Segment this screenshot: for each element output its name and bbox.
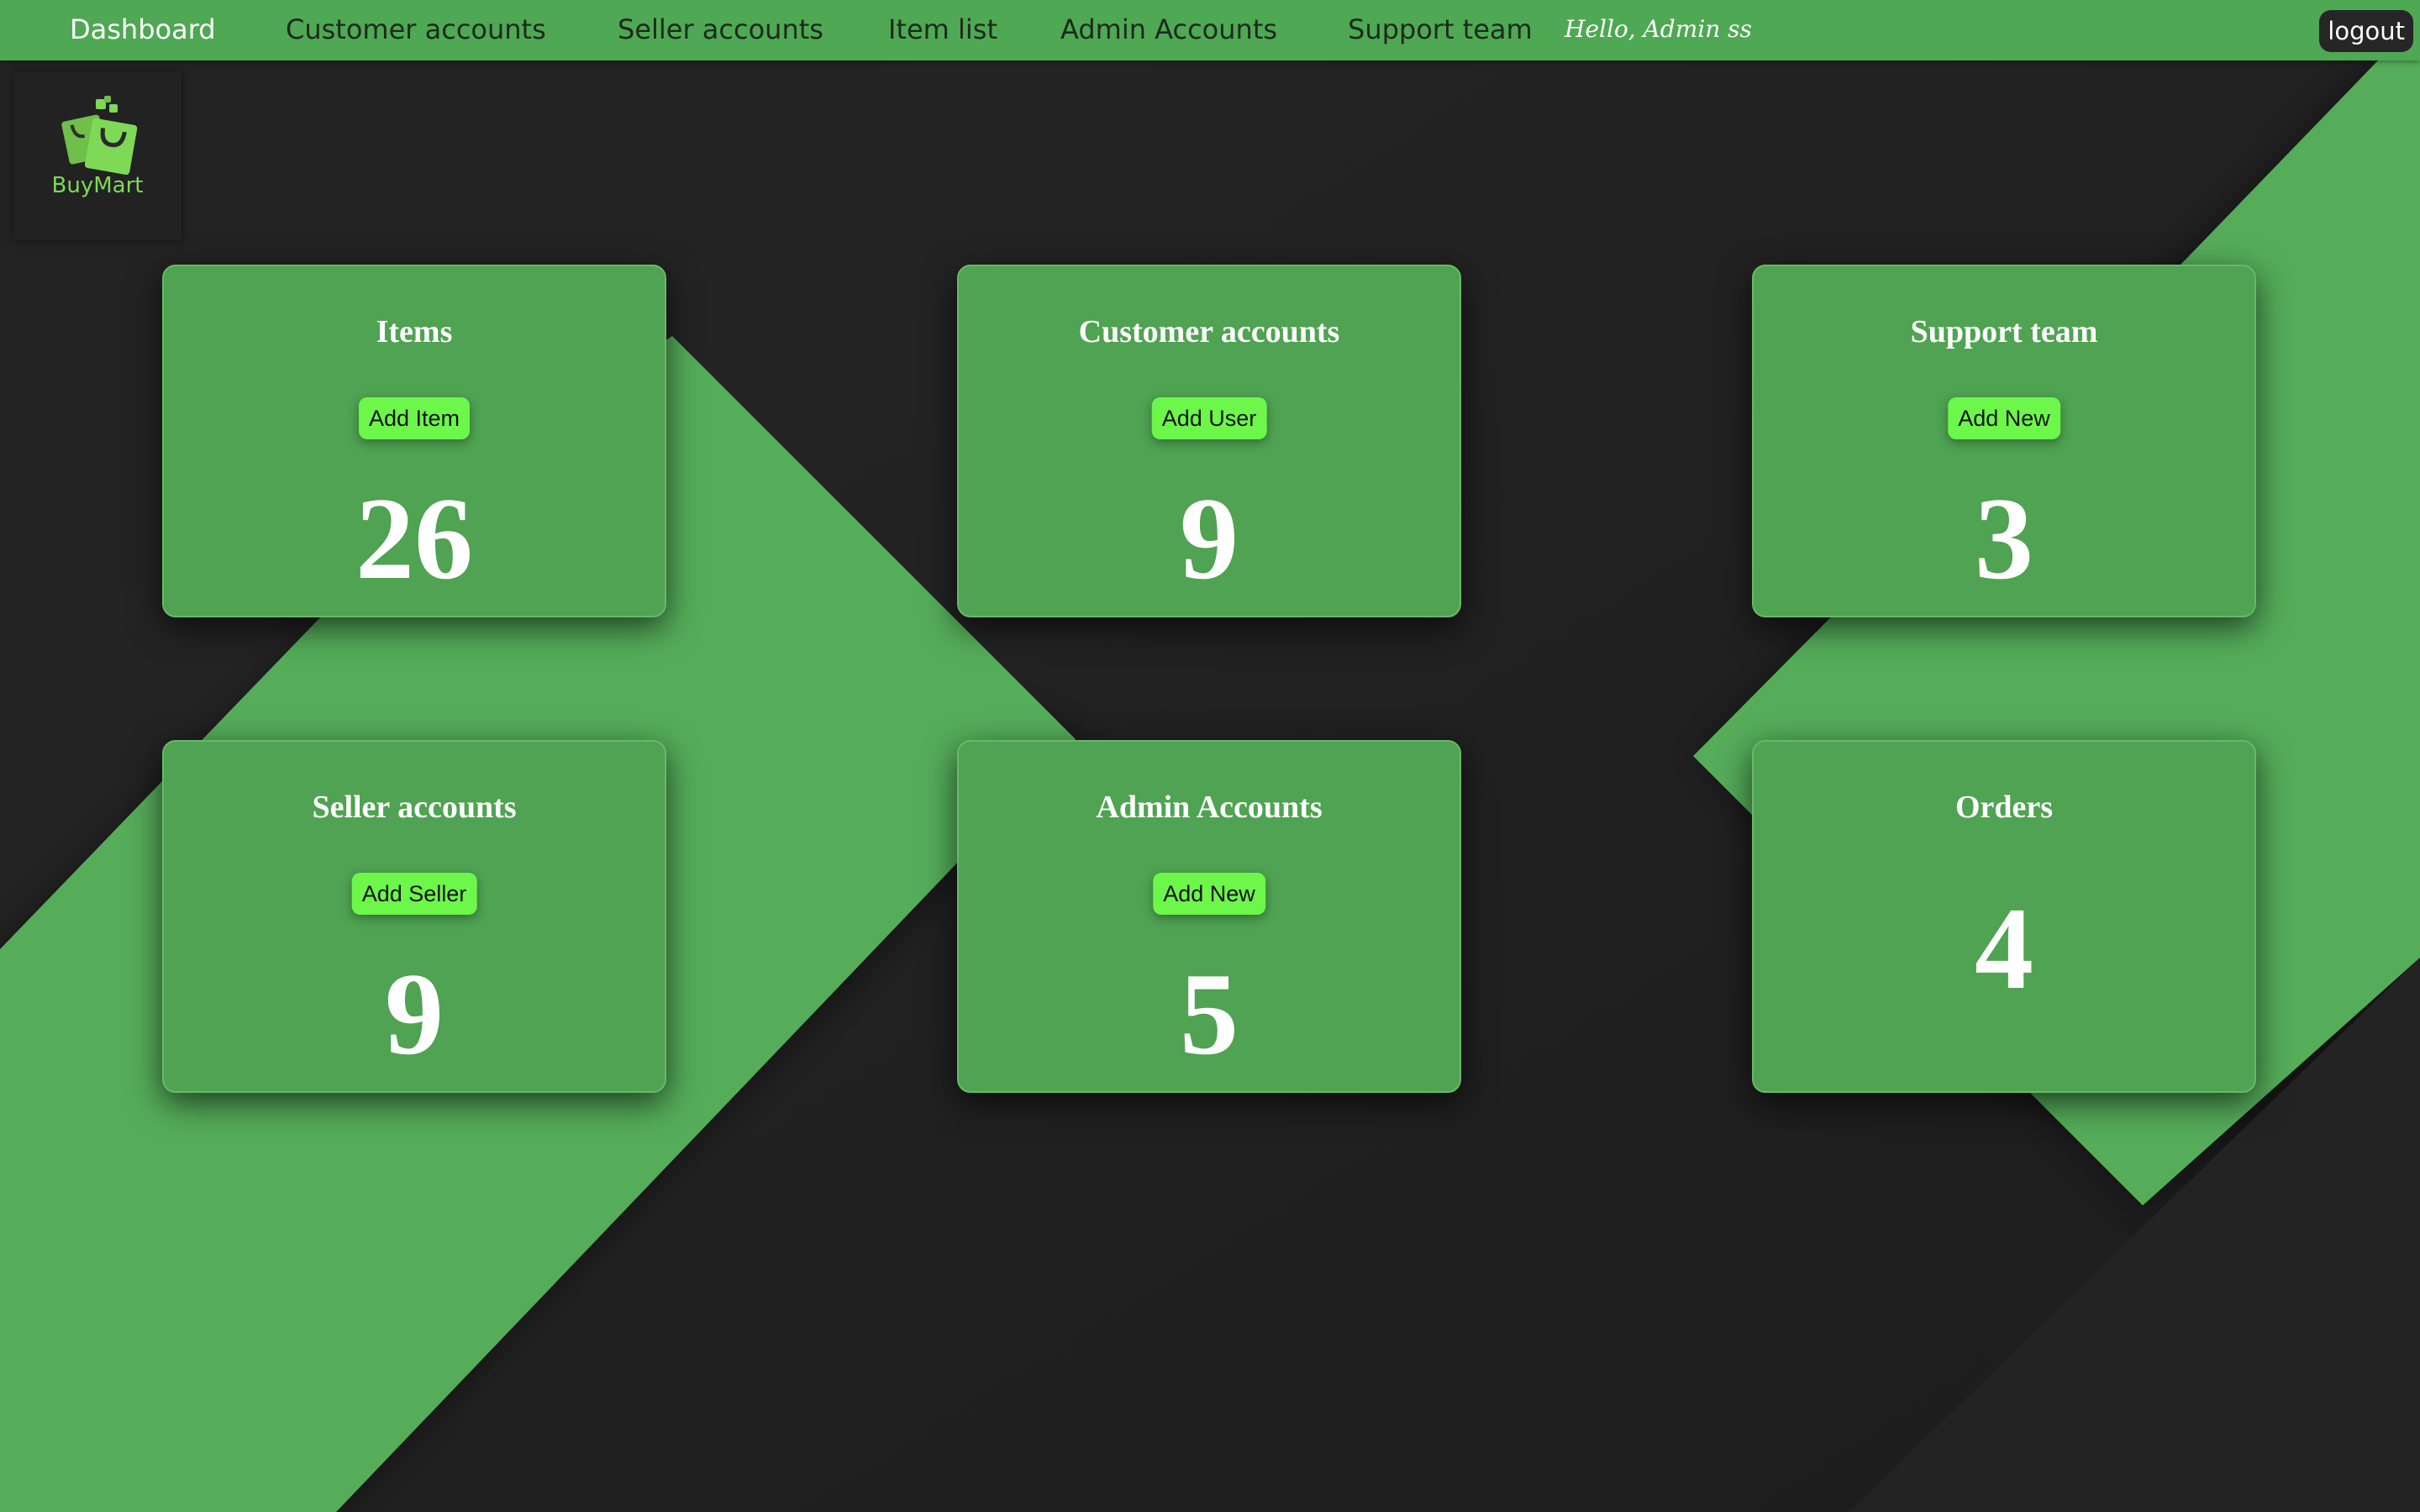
card-title: Orders [1954, 790, 2054, 825]
card-title: Support team [1910, 314, 2098, 349]
card-customer-accounts: Customer accounts Add User 9 [957, 265, 1461, 617]
add-user-button[interactable]: Add User [1151, 397, 1267, 439]
card-support-team: Support team Add New 3 [1752, 265, 2256, 617]
nav-dashboard[interactable]: Dashboard [70, 0, 216, 60]
add-admin-button[interactable]: Add New [1153, 873, 1265, 915]
card-title: Admin Accounts [1096, 790, 1323, 825]
add-item-button[interactable]: Add Item [358, 397, 471, 439]
orders-count: 4 [1975, 884, 2033, 1014]
card-items: Items Add Item 26 [162, 265, 666, 617]
user-greeting: Hello, Admin ss [1565, 15, 1752, 43]
card-admin-accounts: Admin Accounts Add New 5 [957, 740, 1461, 1093]
dashboard-page: Dashboard Customer accounts Seller accou… [0, 0, 2420, 1512]
add-support-member-button[interactable]: Add New [1948, 397, 2060, 439]
nav-customer-accounts[interactable]: Customer accounts [286, 0, 546, 60]
brand-name: BuyMart [51, 173, 144, 198]
shopping-bag-icon [61, 96, 138, 176]
brand-logo[interactable]: BuyMart [13, 72, 182, 240]
nav-admin-accounts[interactable]: Admin Accounts [1060, 0, 1277, 60]
nav-support-team[interactable]: Support team [1348, 0, 1533, 60]
card-title: Seller accounts [312, 790, 517, 825]
card-seller-accounts: Seller accounts Add Seller 9 [162, 740, 666, 1093]
card-title: Customer accounts [1078, 314, 1340, 349]
nav-seller-accounts[interactable]: Seller accounts [618, 0, 823, 60]
customer-accounts-count: 9 [1180, 474, 1239, 604]
card-title: Items [376, 314, 453, 349]
support-team-count: 3 [1975, 474, 2033, 604]
card-orders: Orders 4 [1752, 740, 2256, 1093]
top-navbar: Dashboard Customer accounts Seller accou… [0, 0, 2420, 60]
nav-item-list[interactable]: Item list [888, 0, 997, 60]
items-count: 26 [355, 474, 473, 604]
logout-button[interactable]: logout [2319, 10, 2413, 52]
admin-accounts-count: 5 [1180, 949, 1239, 1079]
add-seller-button[interactable]: Add Seller [351, 873, 477, 915]
seller-accounts-count: 9 [385, 949, 444, 1079]
